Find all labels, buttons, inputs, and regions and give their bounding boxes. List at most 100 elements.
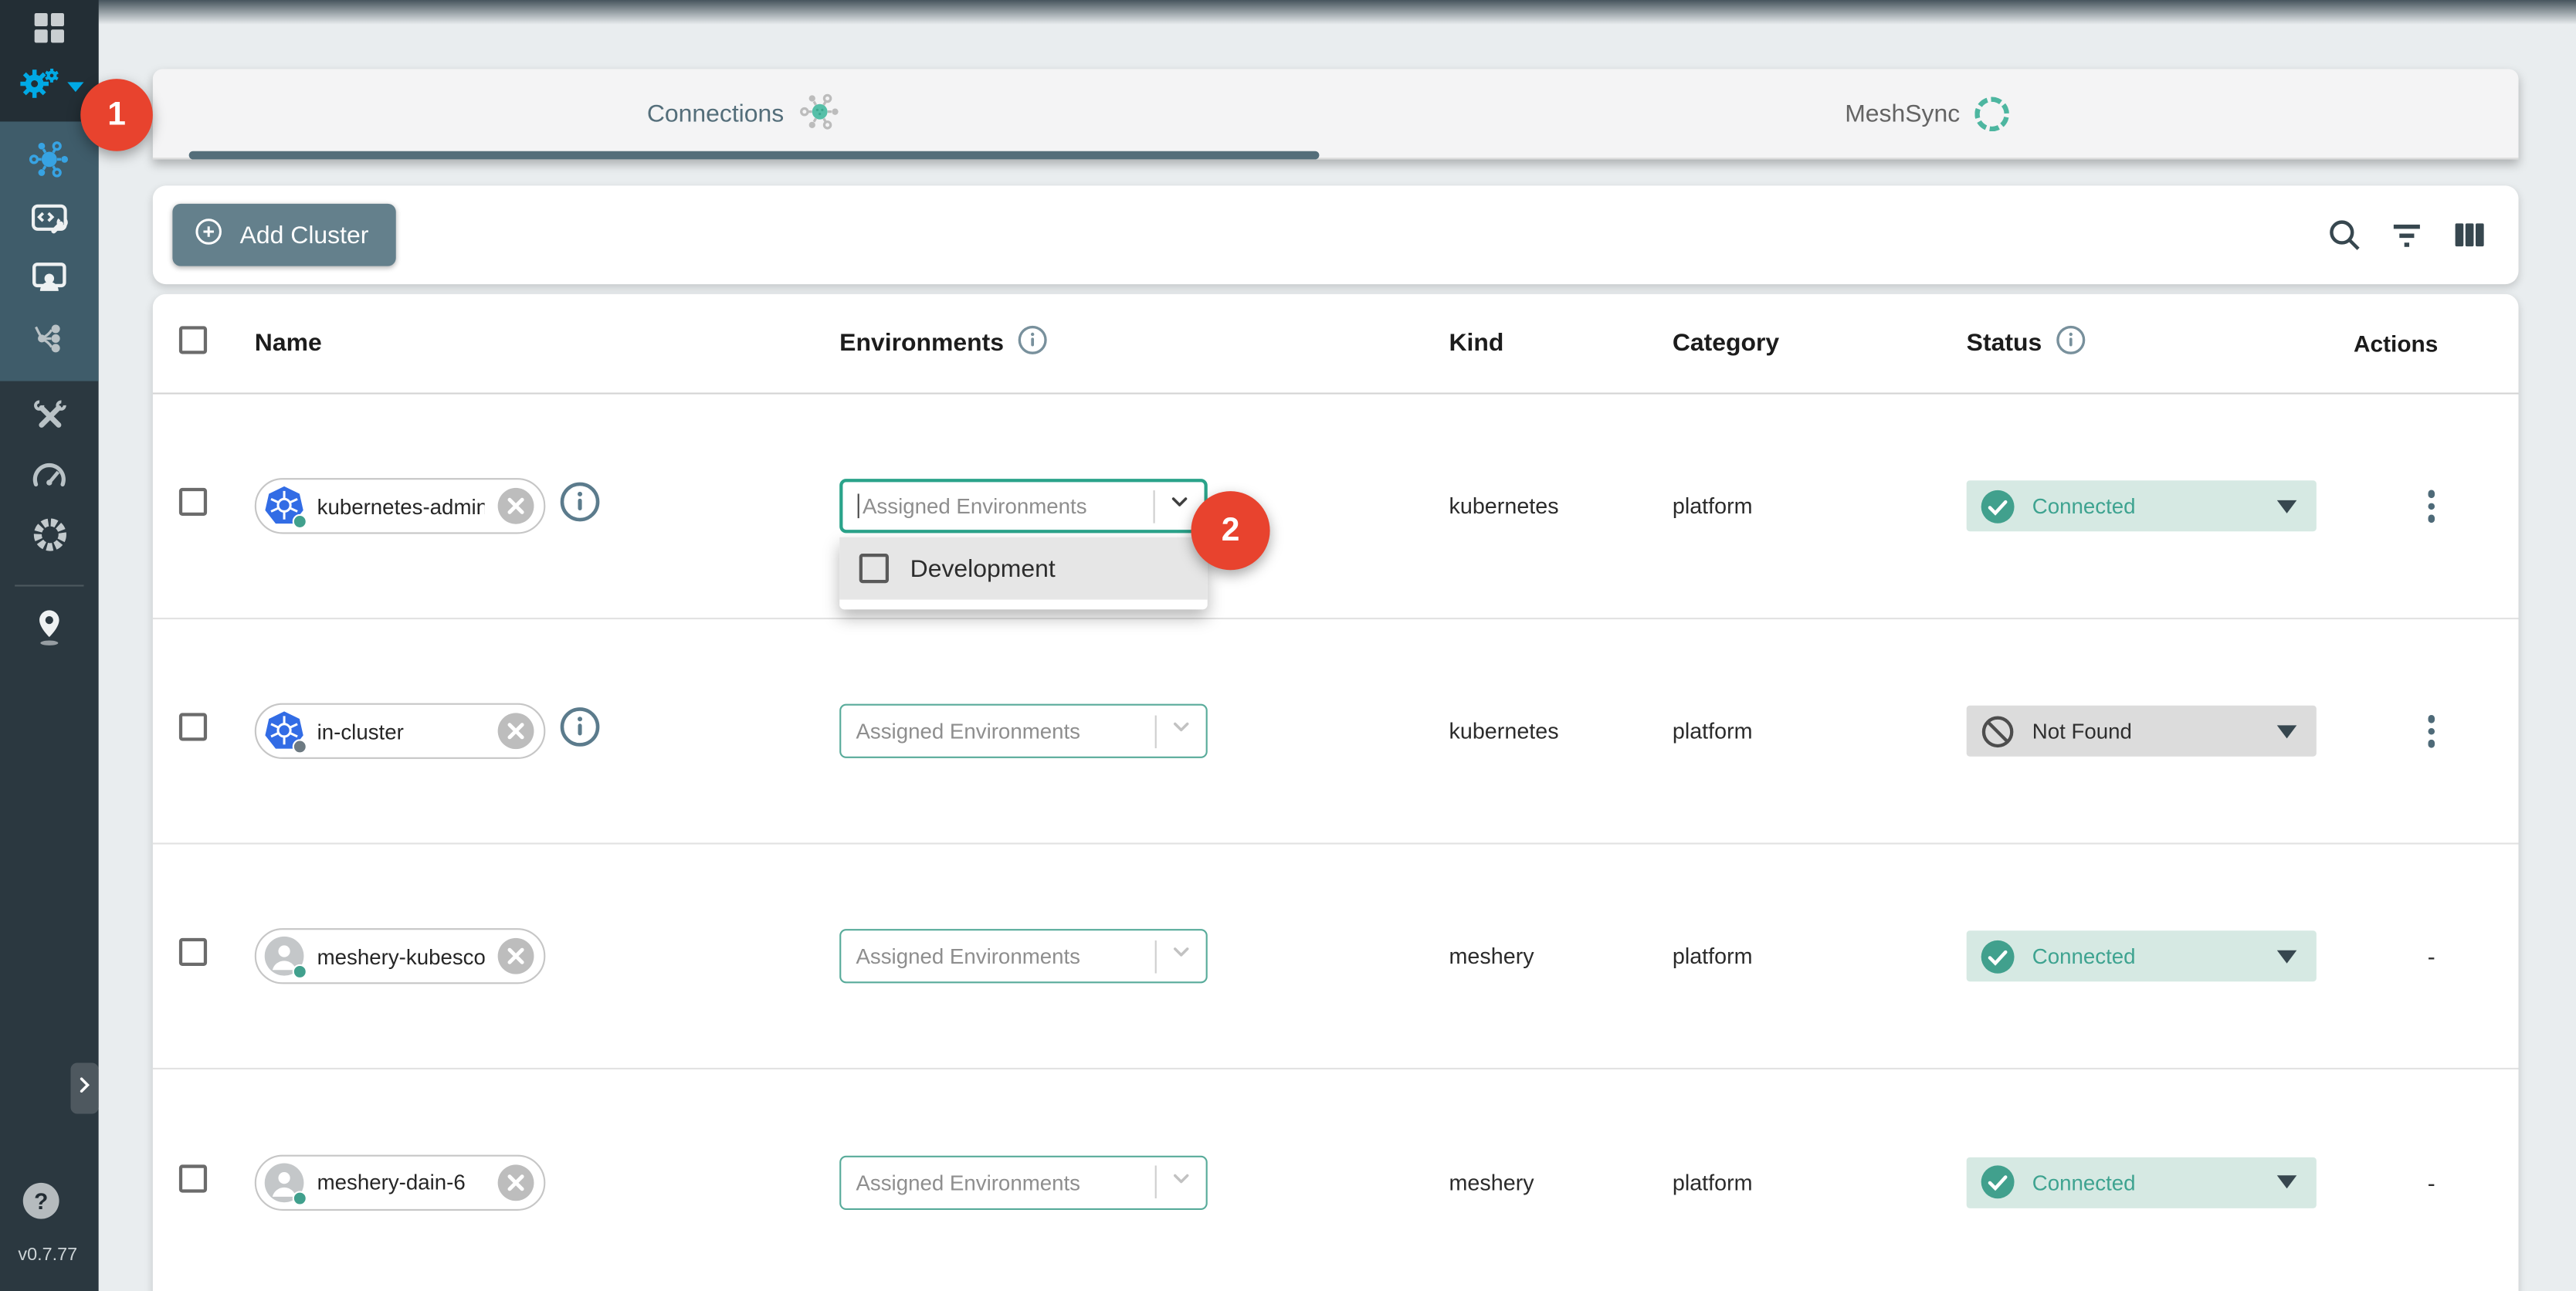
status-label: Connected bbox=[2032, 1170, 2261, 1194]
meshery-connections-page: ? v0.7.77 1 Connections MeshSync bbox=[0, 0, 2576, 1291]
add-cluster-label: Add Cluster bbox=[240, 221, 369, 249]
connections-mesh-icon bbox=[28, 137, 70, 188]
filter-button[interactable] bbox=[2387, 215, 2426, 255]
chevron-down-icon[interactable] bbox=[1167, 1163, 1196, 1201]
status-select-connected[interactable]: Connected bbox=[1967, 930, 2317, 981]
environments-info-icon[interactable] bbox=[1017, 324, 1048, 362]
connection-name-chip[interactable]: kubernetes-admin... bbox=[255, 478, 546, 534]
tab-connections[interactable]: Connections bbox=[153, 69, 1336, 159]
connection-name-chip[interactable]: meshery-dain-6 bbox=[255, 1154, 546, 1210]
environments-select[interactable]: Assigned Environments bbox=[839, 929, 1208, 983]
connection-name-label: in-cluster bbox=[317, 719, 485, 744]
select-divider bbox=[1154, 490, 1155, 523]
filter-icon bbox=[2387, 235, 2426, 259]
select-divider bbox=[1155, 1165, 1157, 1198]
environments-select[interactable]: Assigned Environments bbox=[839, 1155, 1208, 1209]
status-select-connected[interactable]: Connected bbox=[1967, 480, 2317, 531]
status-select-not-found[interactable]: Not Found bbox=[1967, 706, 2317, 757]
connection-name-label: meshery-dain-6 bbox=[317, 1170, 485, 1194]
column-header-actions: Actions bbox=[2323, 330, 2438, 357]
row-checkbox[interactable] bbox=[179, 713, 207, 740]
no-actions-placeholder: - bbox=[2428, 1169, 2435, 1195]
view-columns-button[interactable] bbox=[2449, 215, 2489, 255]
caret-down-icon bbox=[2277, 950, 2297, 963]
category-cell: platform bbox=[1673, 944, 1753, 968]
tab-meshsync[interactable]: MeshSync bbox=[1336, 69, 2519, 159]
chevron-down-icon[interactable] bbox=[1167, 937, 1196, 975]
dashboard-grid-icon bbox=[29, 8, 69, 56]
question-mark-icon: ? bbox=[34, 1188, 48, 1214]
help-button[interactable]: ? bbox=[23, 1183, 59, 1219]
status-select-connected[interactable]: Connected bbox=[1967, 1157, 2317, 1208]
sidebar-item-flows[interactable] bbox=[0, 310, 99, 370]
prohibited-icon bbox=[1980, 713, 2016, 749]
option-checkbox[interactable] bbox=[859, 554, 889, 583]
row-checkbox[interactable] bbox=[179, 1164, 207, 1191]
kind-cell: kubernetes bbox=[1449, 719, 1559, 744]
table-tools bbox=[2324, 215, 2489, 255]
add-cluster-button[interactable]: Add Cluster bbox=[172, 204, 396, 266]
sidebar-item-adapters[interactable] bbox=[0, 192, 99, 252]
remove-connection-button[interactable] bbox=[497, 711, 536, 751]
column-header-status: Status bbox=[1967, 324, 2086, 362]
chevron-right-icon bbox=[73, 1072, 97, 1105]
connection-name-chip[interactable]: in-cluster bbox=[255, 703, 546, 759]
environments-select[interactable]: Assigned Environments bbox=[839, 479, 1208, 533]
connection-info-button[interactable] bbox=[558, 480, 601, 523]
environments-placeholder: Assigned Environments bbox=[863, 493, 1087, 518]
check-circle-icon bbox=[1980, 938, 2016, 974]
status-info-icon[interactable] bbox=[2055, 324, 2086, 362]
kind-cell: meshery bbox=[1449, 944, 1534, 968]
chevron-down-icon[interactable] bbox=[1164, 487, 1194, 525]
plus-circle-icon bbox=[192, 215, 225, 255]
check-circle-icon bbox=[1980, 1164, 2016, 1200]
table-row: meshery-kubescop... Assigned Environment… bbox=[153, 845, 2519, 1069]
select-all-checkbox[interactable] bbox=[179, 326, 207, 354]
row-actions-menu-button[interactable] bbox=[2421, 709, 2442, 754]
caret-down-icon bbox=[2277, 500, 2297, 513]
sidebar-item-location[interactable] bbox=[0, 603, 99, 659]
sidebar-lifecycle-submenu bbox=[0, 121, 99, 381]
status-label: Not Found bbox=[2032, 719, 2261, 744]
category-cell: platform bbox=[1673, 1170, 1753, 1194]
row-actions-menu-button[interactable] bbox=[2421, 483, 2442, 529]
meshery-avatar-icon bbox=[263, 1161, 305, 1203]
environments-select[interactable]: Assigned Environments bbox=[839, 704, 1208, 758]
kind-cell: kubernetes bbox=[1449, 493, 1559, 518]
sidebar-item-console[interactable] bbox=[0, 252, 99, 311]
check-circle-icon bbox=[1980, 488, 2016, 524]
dropdown-option-development[interactable]: Development bbox=[839, 537, 1208, 600]
sidebar-item-extensions[interactable] bbox=[0, 510, 99, 569]
sidebar-expand-button[interactable] bbox=[70, 1063, 98, 1114]
option-label: Development bbox=[910, 554, 1056, 582]
search-button[interactable] bbox=[2324, 215, 2364, 255]
connection-info-button[interactable] bbox=[558, 706, 601, 748]
row-checkbox[interactable] bbox=[179, 938, 207, 966]
flow-graph-icon bbox=[28, 314, 70, 365]
actions-toolbar: Add Cluster bbox=[153, 185, 2519, 284]
connection-status-dot bbox=[293, 964, 307, 979]
row-checkbox[interactable] bbox=[179, 488, 207, 516]
location-pin-icon bbox=[29, 605, 69, 656]
remove-connection-button[interactable] bbox=[497, 486, 536, 526]
meshery-avatar-icon bbox=[263, 935, 305, 978]
remove-connection-button[interactable] bbox=[497, 1162, 536, 1201]
crossed-wrenches-icon bbox=[29, 396, 69, 446]
sidebar-item-connections[interactable] bbox=[0, 133, 99, 192]
table-row: kubernetes-admin... Assigned Environment… bbox=[153, 395, 2519, 619]
sidebar: ? v0.7.77 bbox=[0, 0, 99, 1291]
sidebar-item-performance[interactable] bbox=[0, 450, 99, 510]
chevron-down-icon[interactable] bbox=[1167, 712, 1196, 750]
version-label: v0.7.77 bbox=[18, 1245, 77, 1266]
gears-icon bbox=[15, 63, 61, 111]
connection-name-chip[interactable]: meshery-kubescop... bbox=[255, 928, 546, 984]
kubernetes-icon bbox=[263, 710, 305, 752]
sidebar-item-configuration[interactable] bbox=[0, 391, 99, 450]
code-window-wrench-icon bbox=[28, 196, 70, 247]
sidebar-item-dashboard[interactable] bbox=[0, 3, 99, 59]
column-header-kind: Kind bbox=[1449, 330, 1504, 357]
kubernetes-icon bbox=[263, 485, 305, 527]
kind-cell: meshery bbox=[1449, 1170, 1534, 1194]
remove-connection-button[interactable] bbox=[497, 937, 536, 976]
status-label: Connected bbox=[2032, 493, 2261, 518]
